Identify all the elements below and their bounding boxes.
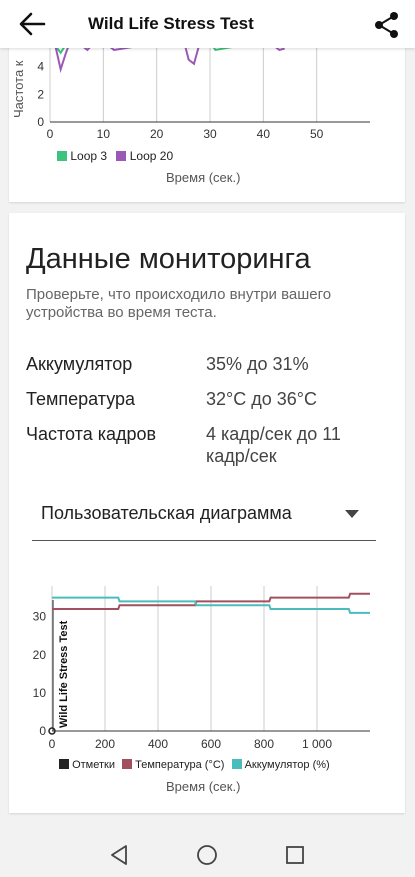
y-tick-label: 30 bbox=[33, 610, 47, 624]
x-tick-label: 30 bbox=[203, 127, 217, 141]
legend-swatch-battery bbox=[231, 759, 242, 769]
x-tick-label: 400 bbox=[148, 737, 168, 751]
battery-value: 35% до 31% bbox=[206, 354, 309, 374]
x-tick-label: 20 bbox=[150, 127, 164, 141]
temperature-label: Температура bbox=[26, 389, 136, 409]
monitoring-description-line2: устройства во время теста. bbox=[26, 304, 217, 321]
system-nav-bar bbox=[0, 820, 415, 877]
monitoring-description-line1: Проверьте, что происходило внутри вашего bbox=[26, 286, 332, 303]
arrow-left-icon[interactable] bbox=[18, 11, 46, 37]
y-tick-label: 0 bbox=[37, 115, 44, 129]
legend-swatch-loop3 bbox=[57, 151, 67, 161]
share-icon[interactable] bbox=[373, 11, 401, 39]
x-tick-label: 10 bbox=[97, 127, 111, 141]
fps-chart-y-title: Частота к bbox=[11, 60, 26, 118]
page-title: Wild Life Stress Test bbox=[88, 14, 254, 33]
y-tick-label: 4 bbox=[37, 60, 44, 74]
x-tick-label: 600 bbox=[201, 737, 221, 751]
x-tick-label: 0 bbox=[47, 127, 54, 141]
nav-home-icon[interactable] bbox=[196, 844, 218, 866]
custom-chart-vertical-title: Wild Life Stress Test bbox=[58, 620, 70, 728]
framerate-value-line1: 4 кадр/сек до 11 bbox=[206, 424, 341, 444]
framerate-label: Частота кадров bbox=[26, 424, 157, 444]
nav-recents-icon[interactable] bbox=[285, 845, 305, 865]
caret-down-icon bbox=[345, 510, 359, 518]
app-bar: Wild Life Stress Test bbox=[0, 0, 415, 48]
fps-chart-x-label: Время (сек.) bbox=[166, 170, 241, 185]
legend-swatch-loop20 bbox=[116, 151, 127, 161]
fps-chart-legend: Loop 3 Loop 20 bbox=[57, 149, 173, 163]
x-tick-label: 800 bbox=[254, 737, 274, 751]
x-tick-label: 1 000 bbox=[302, 737, 332, 751]
custom-chart-legend: Отметки Температура (°C) Аккумулятор (%) bbox=[59, 759, 330, 771]
y-tick-label: 10 bbox=[33, 686, 47, 700]
legend-label-battery: Аккумулятор (%) bbox=[244, 759, 330, 771]
y-tick-label: 0 bbox=[39, 724, 46, 738]
x-tick-label: 200 bbox=[95, 737, 115, 751]
temperature-value: 32°C до 36°C bbox=[206, 389, 317, 409]
y-tick-label: 2 bbox=[37, 87, 44, 101]
x-tick-label: 40 bbox=[257, 127, 271, 141]
chart-type-dropdown[interactable]: Пользовательская диаграмма bbox=[32, 493, 376, 541]
framerate-value-line2: кадр/сек bbox=[206, 446, 277, 466]
nav-back-icon[interactable] bbox=[109, 844, 129, 866]
monitoring-card: Данные мониторинга Проверьте, что происх… bbox=[9, 213, 405, 813]
legend-label-temperature: Температура (°C) bbox=[135, 759, 225, 771]
x-tick-label: 50 bbox=[310, 127, 324, 141]
monitoring-heading: Данные мониторинга bbox=[26, 243, 311, 275]
legend-label-marks: Отметки bbox=[72, 759, 115, 771]
custom-chart-x-label: Время (сек.) bbox=[166, 779, 241, 794]
legend-label-loop3: Loop 3 bbox=[70, 149, 108, 163]
custom-chart: 0 200 400 600 800 1 000 0 10 20 30 Wild Life Stre… bbox=[33, 586, 370, 751]
x-tick-label: 0 bbox=[49, 737, 56, 751]
legend-swatch-marks bbox=[59, 759, 69, 769]
battery-label: Аккумулятор bbox=[26, 354, 133, 374]
legend-swatch-temperature bbox=[122, 759, 133, 769]
chart-type-dropdown-value: Пользовательская диаграмма bbox=[41, 503, 292, 523]
y-tick-label: 20 bbox=[33, 648, 47, 662]
legend-label-loop20: Loop 20 bbox=[129, 149, 174, 163]
